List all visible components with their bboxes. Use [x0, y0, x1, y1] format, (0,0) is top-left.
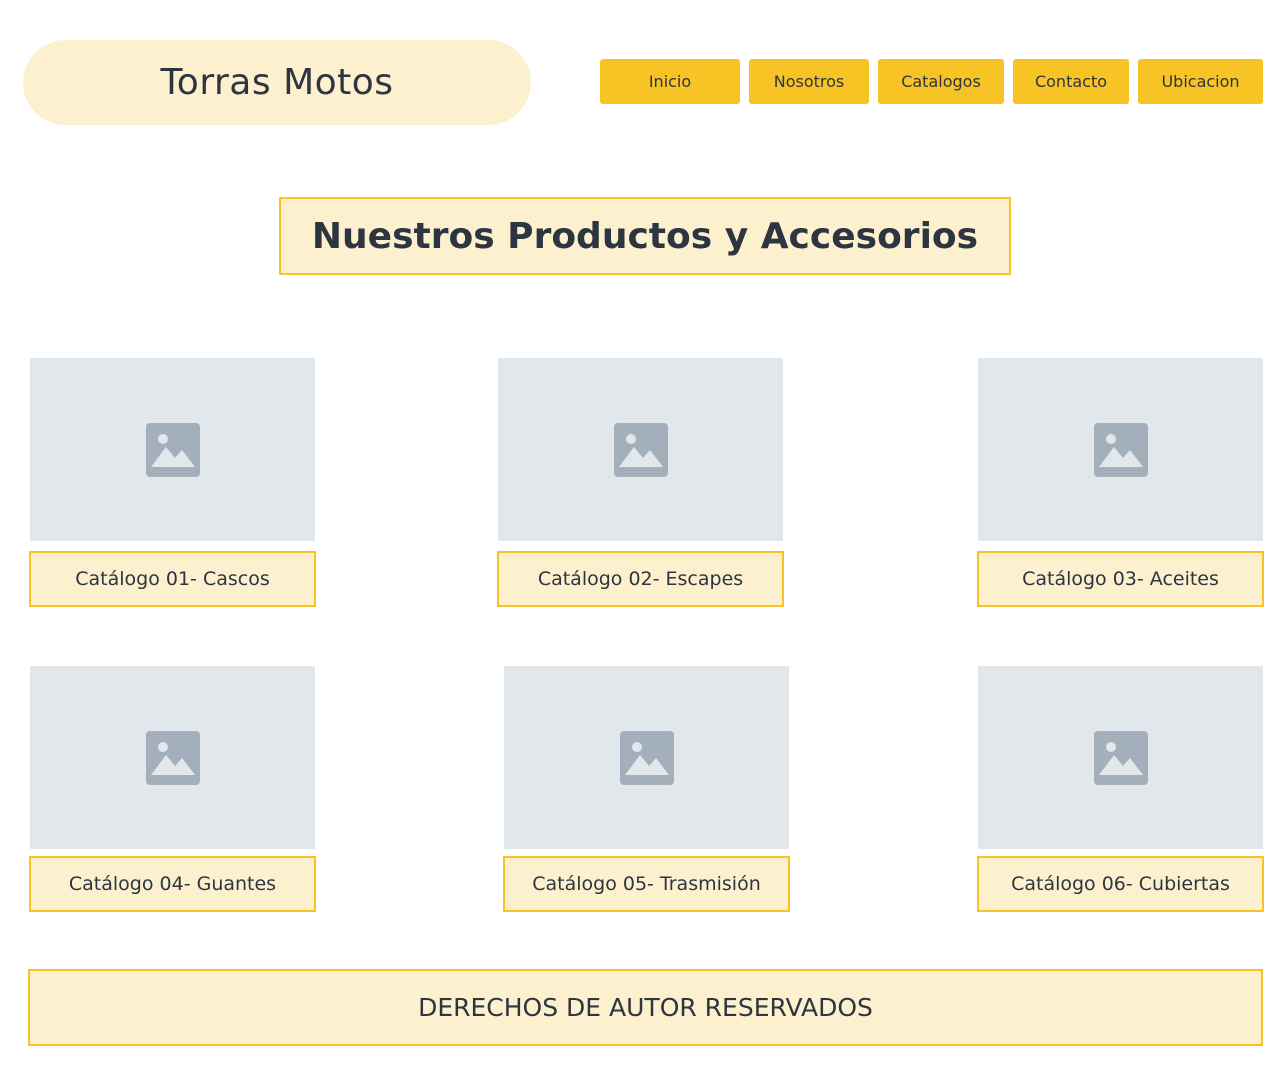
catalog-label-1[interactable]: Catálogo 01- Cascos — [29, 551, 316, 607]
catalog-image-1[interactable] — [30, 358, 315, 541]
nav-catalogos-button[interactable]: Catalogos — [878, 59, 1004, 104]
catalog-label-4[interactable]: Catálogo 04- Guantes — [29, 856, 316, 912]
catalog-image-6[interactable] — [978, 666, 1263, 849]
catalog-image-5[interactable] — [504, 666, 789, 849]
page-title: Nuestros Productos y Accesorios — [279, 197, 1011, 275]
nav-contacto-button[interactable]: Contacto — [1013, 59, 1129, 104]
nav-ubicacion-button[interactable]: Ubicacion — [1138, 59, 1263, 104]
catalog-label-6[interactable]: Catálogo 06- Cubiertas — [977, 856, 1264, 912]
image-placeholder-icon — [1093, 730, 1148, 785]
catalog-label-5[interactable]: Catálogo 05- Trasmisión — [503, 856, 790, 912]
catalog-image-2[interactable] — [498, 358, 783, 541]
image-placeholder-icon — [145, 730, 200, 785]
footer-copyright: DERECHOS DE AUTOR RESERVADOS — [28, 969, 1263, 1046]
image-placeholder-icon — [613, 422, 668, 477]
image-placeholder-icon — [619, 730, 674, 785]
image-placeholder-icon — [1093, 422, 1148, 477]
catalog-label-2[interactable]: Catálogo 02- Escapes — [497, 551, 784, 607]
image-placeholder-icon — [145, 422, 200, 477]
catalog-image-3[interactable] — [978, 358, 1263, 541]
catalog-image-4[interactable] — [30, 666, 315, 849]
page: Torras Motos Inicio Nosotros Catalogos C… — [0, 0, 1281, 1078]
nav-inicio-button[interactable]: Inicio — [600, 59, 740, 104]
nav-nosotros-button[interactable]: Nosotros — [749, 59, 869, 104]
catalog-label-3[interactable]: Catálogo 03- Aceites — [977, 551, 1264, 607]
site-logo[interactable]: Torras Motos — [23, 40, 531, 125]
